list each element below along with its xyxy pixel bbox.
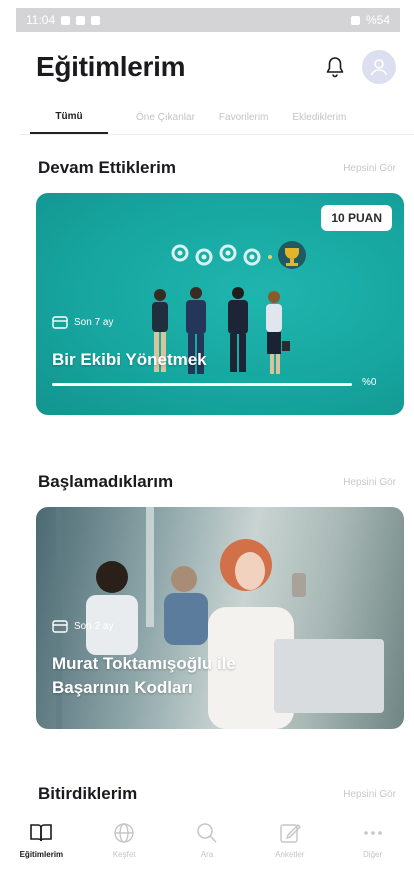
- tab-featured[interactable]: Öne Çıkanlar: [130, 100, 201, 134]
- bell-icon[interactable]: [322, 54, 348, 80]
- notification-icon: [61, 15, 71, 25]
- globe-icon: [114, 823, 134, 843]
- tab-label: Favorilerim: [218, 111, 269, 123]
- card-meta: Son 7 ay: [52, 315, 113, 329]
- card-title-line-2: Başarının Kodları: [52, 678, 193, 697]
- section-title: Bitirdiklerim: [38, 784, 138, 803]
- nav-label: Ara: [200, 850, 214, 859]
- more-icon: [363, 831, 382, 835]
- status-bar: 11:04 %54: [16, 8, 400, 32]
- card-title: Bir Ekibi Yönetmek: [52, 350, 207, 369]
- section-ongoing-header: Devam Ettiklerim Hepsini Gör: [38, 158, 396, 178]
- tab-label: Tümü: [55, 110, 83, 122]
- section-title: Devam Ettiklerim: [38, 158, 176, 177]
- nav-item-search[interactable]: Ara: [172, 822, 242, 859]
- book-icon: [30, 824, 53, 842]
- nav-label: Anketler: [275, 850, 305, 859]
- nav-item-surveys[interactable]: Anketler: [255, 822, 325, 859]
- card-meta: Son 2 ay: [52, 619, 113, 633]
- progress-label: %0: [362, 377, 377, 388]
- play-icon: [76, 15, 86, 25]
- tab-label: Öne Çıkanlar: [136, 111, 195, 123]
- tab-label: Eklediklerim: [292, 111, 347, 123]
- header: Eğitimlerim: [36, 44, 396, 90]
- gears-illustration: [171, 241, 306, 269]
- nav-label: Eğitimlerim: [19, 850, 64, 859]
- tab-divider: [20, 134, 414, 135]
- course-card-ongoing[interactable]: 10 PUAN Son 7 ay Bir Ekibi Yönetmek %0: [36, 193, 404, 415]
- edit-icon: [280, 824, 301, 843]
- nav-item-explore[interactable]: Keşfet: [89, 822, 159, 859]
- see-all-link[interactable]: Hepsini Gör: [343, 477, 396, 488]
- calendar-icon: [52, 620, 68, 633]
- status-time: 11:04: [26, 13, 56, 27]
- search-icon: [197, 823, 217, 843]
- nav-item-more[interactable]: Diğer: [338, 822, 408, 859]
- points-badge: 10 PUAN: [321, 205, 392, 231]
- course-card-not-started[interactable]: Son 2 ay Murat Toktamışoğlu ile Başarını…: [36, 507, 404, 729]
- page-title: Eğitimlerim: [36, 51, 186, 82]
- see-all-link[interactable]: Hepsini Gör: [343, 163, 396, 174]
- see-all-link[interactable]: Hepsini Gör: [343, 789, 396, 800]
- nav-label: Diğer: [363, 850, 383, 859]
- signal-icon: [350, 15, 360, 25]
- media-icon: [91, 15, 101, 25]
- section-completed-header: Bitirdiklerim Hepsini Gör: [38, 784, 396, 804]
- tab-added[interactable]: Eklediklerim: [286, 100, 352, 134]
- bottom-tab-bar: Eğitimlerim Keşfet Ara Anketler Diğer: [0, 818, 414, 875]
- calendar-icon: [52, 316, 68, 329]
- nav-item-trainings[interactable]: Eğitimlerim: [6, 822, 76, 859]
- avatar[interactable]: [362, 50, 396, 84]
- section-title: Başlamadıklarım: [38, 472, 174, 491]
- card-title-line-1: Murat Toktamışoğlu ile: [52, 654, 236, 673]
- section-not-started-header: Başlamadıklarım Hepsini Gör: [38, 472, 396, 492]
- battery-level: %54: [365, 13, 390, 27]
- progress-fill: [52, 383, 352, 386]
- card-meta-text: Son 2 ay: [74, 620, 114, 632]
- nav-label: Keşfet: [112, 850, 136, 859]
- tab-all[interactable]: Tümü: [30, 100, 108, 134]
- user-icon: [370, 59, 388, 76]
- card-meta-text: Son 7 ay: [74, 316, 114, 328]
- filter-tabs: Tümü Öne Çıkanlar Favorilerim Ekledikler…: [30, 100, 414, 134]
- tab-favorites[interactable]: Favorilerim: [213, 100, 274, 134]
